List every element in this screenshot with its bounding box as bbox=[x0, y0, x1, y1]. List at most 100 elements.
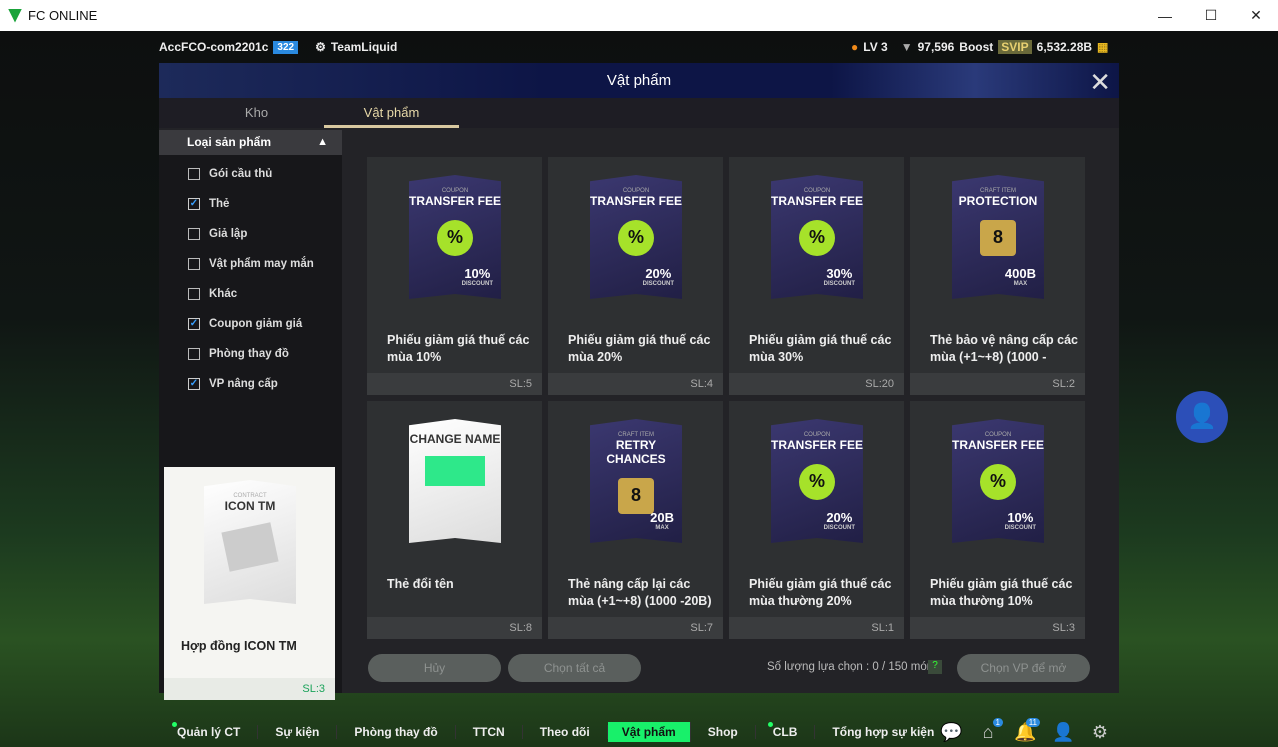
item-art: CRAFT ITEM PROTECTION 8 400B MAX bbox=[952, 175, 1044, 299]
profile-icon[interactable]: 👤 bbox=[1052, 722, 1074, 744]
filter-item[interactable]: Gói cầu thủ bbox=[159, 159, 342, 189]
selection-count: Số lượng lựa chọn : 0 / 150 món bbox=[767, 661, 934, 673]
filter-header[interactable]: Loại sản phẩm ▲ bbox=[159, 130, 342, 155]
checkbox-icon[interactable] bbox=[188, 288, 200, 300]
item-art: CHANGE NAME bbox=[409, 419, 501, 543]
filter-item[interactable]: Vật phẩm may mắn bbox=[159, 249, 342, 279]
item-card[interactable]: COUPON TRANSFER FEE % 30% DISCOUNT Phiếu … bbox=[729, 157, 904, 395]
filter-label: Giả lập bbox=[209, 228, 248, 240]
checkbox-icon[interactable] bbox=[188, 228, 200, 240]
nav-item[interactable]: TTCN bbox=[456, 725, 523, 739]
close-icon[interactable]: ✕ bbox=[1089, 67, 1111, 98]
filter-label: VP nâng cấp bbox=[209, 378, 278, 390]
item-card[interactable]: CHANGE NAME Thẻ đổi tên SL:8 bbox=[367, 401, 542, 639]
open-items-button[interactable]: Chọn VP để mở bbox=[957, 654, 1090, 682]
art-value: 400B MAX bbox=[1005, 266, 1036, 287]
chat-icon[interactable]: 💬 bbox=[940, 722, 962, 744]
nav-item[interactable]: Quản lý CT bbox=[160, 722, 259, 739]
home-icon[interactable]: ⌂ 1 bbox=[977, 718, 1003, 744]
level: LV 3 bbox=[863, 40, 888, 54]
tab-bar: Kho Vật phẩm bbox=[159, 98, 1119, 128]
nav-item[interactable]: Shop bbox=[691, 725, 756, 739]
art-value: 10% DISCOUNT bbox=[1005, 510, 1036, 531]
checkbox-checked-icon[interactable]: ✓ bbox=[188, 318, 200, 330]
filter-item[interactable]: Khác bbox=[159, 279, 342, 309]
tab-kho[interactable]: Kho bbox=[189, 98, 324, 128]
change-name-ticket-icon bbox=[425, 456, 485, 486]
nav-item[interactable]: Tổng hợp sự kiện bbox=[815, 725, 953, 739]
value: 20% bbox=[826, 510, 853, 525]
close-window-button[interactable]: ✕ bbox=[1233, 0, 1278, 31]
item-name: Thẻ bảo vệ nâng cấp các mùa (+1~+8) (100… bbox=[930, 333, 1078, 364]
checkbox-icon[interactable] bbox=[188, 258, 200, 270]
support-chat-icon[interactable]: 👤 bbox=[1176, 391, 1228, 443]
nav-item[interactable]: Phòng thay đồ bbox=[337, 725, 456, 739]
select-all-button[interactable]: Chọn tất cả bbox=[508, 654, 641, 682]
checkbox-icon[interactable] bbox=[188, 348, 200, 360]
currency: 6,532.28B bbox=[1036, 40, 1093, 54]
app-logo-icon bbox=[8, 8, 22, 23]
item-card[interactable]: COUPON TRANSFER FEE % 10% DISCOUNT Phiếu … bbox=[910, 401, 1085, 639]
filter-item[interactable]: Giả lập bbox=[159, 219, 342, 249]
nav-item[interactable]: Theo dõi bbox=[523, 725, 608, 739]
help-button[interactable]: ? bbox=[928, 660, 942, 674]
nav-item[interactable]: Sự kiện bbox=[258, 725, 338, 739]
account-info: AccFCO-com2201c 322 ⚙ TeamLiquid bbox=[159, 40, 397, 54]
item-card[interactable]: CRAFT ITEM PROTECTION 8 400B MAX Thẻ bảo … bbox=[910, 157, 1085, 395]
value-sub: DISCOUNT bbox=[1004, 525, 1036, 531]
art-title: PROTECTION bbox=[958, 194, 1038, 208]
minimize-button[interactable]: — bbox=[1142, 0, 1188, 31]
panel-title: Vật phẩm bbox=[606, 72, 672, 89]
filter-item[interactable]: ✓ Thẻ bbox=[159, 189, 342, 219]
art-title: TRANSFER FEE bbox=[771, 194, 864, 208]
value-sub: DISCOUNT bbox=[823, 281, 855, 287]
settings-gear-icon[interactable]: ⚙ bbox=[1089, 722, 1111, 744]
points: 97,596 bbox=[917, 40, 955, 54]
filter-item[interactable]: ✓ Coupon giảm giá bbox=[159, 309, 342, 339]
art-title: TRANSFER FEE bbox=[409, 194, 502, 208]
nav-item[interactable]: Vật phẩm bbox=[607, 722, 691, 742]
value-sub: MAX bbox=[655, 525, 669, 531]
item-qty: SL:4 bbox=[548, 373, 723, 395]
bell-icon[interactable]: 🔔 11 bbox=[1014, 718, 1040, 744]
account-name: AccFCO-com2201c bbox=[159, 40, 269, 54]
team-name: TeamLiquid bbox=[330, 40, 398, 54]
coupon-seal-icon: % bbox=[437, 220, 473, 256]
nav-item[interactable]: CLB bbox=[756, 722, 816, 739]
item-qty: SL:7 bbox=[548, 617, 723, 639]
svip-badge: SVIP bbox=[998, 40, 1032, 54]
new-dot-icon bbox=[172, 722, 177, 727]
item-art: COUPON TRANSFER FEE % 10% DISCOUNT bbox=[409, 175, 501, 299]
coupon-seal-icon: % bbox=[799, 464, 835, 500]
contract-icon-tm-art: CONTRACT ICON TM bbox=[204, 480, 296, 604]
checkbox-checked-icon[interactable]: ✓ bbox=[188, 198, 200, 210]
contract-document-icon bbox=[221, 522, 279, 572]
checkbox-checked-icon[interactable]: ✓ bbox=[188, 378, 200, 390]
item-art: COUPON TRANSFER FEE % 30% DISCOUNT bbox=[771, 175, 863, 299]
filter-item[interactable]: ✓ VP nâng cấp bbox=[159, 369, 342, 399]
tab-vat-pham[interactable]: Vật phẩm bbox=[324, 98, 459, 128]
maximize-button[interactable]: ☐ bbox=[1188, 0, 1234, 31]
filter-title: Loại sản phẩm bbox=[187, 135, 272, 149]
value: 20B bbox=[650, 510, 674, 525]
item-card[interactable]: COUPON TRANSFER FEE % 20% DISCOUNT Phiếu … bbox=[548, 157, 723, 395]
item-qty: SL:1 bbox=[729, 617, 904, 639]
coupon-seal-icon: % bbox=[980, 464, 1016, 500]
item-card[interactable]: COUPON TRANSFER FEE % 20% DISCOUNT Phiếu … bbox=[729, 401, 904, 639]
item-art: COUPON TRANSFER FEE % 20% DISCOUNT bbox=[590, 175, 682, 299]
item-art: COUPON TRANSFER FEE % 10% DISCOUNT bbox=[952, 419, 1044, 543]
item-card[interactable]: COUPON TRANSFER FEE % 10% DISCOUNT Phiếu … bbox=[367, 157, 542, 395]
hover-item-qty: SL:3 bbox=[164, 678, 335, 700]
nav-label: Shop bbox=[707, 725, 738, 739]
filter-item[interactable]: Phòng thay đồ bbox=[159, 339, 342, 369]
value-sub: DISCOUNT bbox=[823, 525, 855, 531]
checkbox-icon[interactable] bbox=[188, 168, 200, 180]
nav-label: Vật phẩm bbox=[621, 725, 676, 739]
item-art: CRAFT ITEM RETRY CHANCES 8 20B MAX bbox=[590, 419, 682, 543]
item-grid: COUPON TRANSFER FEE % 10% DISCOUNT Phiếu … bbox=[367, 157, 1085, 639]
value: 10% bbox=[464, 266, 491, 281]
art-value: 20% DISCOUNT bbox=[643, 266, 674, 287]
cancel-button[interactable]: Hủy bbox=[368, 654, 501, 682]
art-title: RETRY CHANCES bbox=[606, 438, 666, 466]
item-card[interactable]: CRAFT ITEM RETRY CHANCES 8 20B MAX Thẻ nâ… bbox=[548, 401, 723, 639]
